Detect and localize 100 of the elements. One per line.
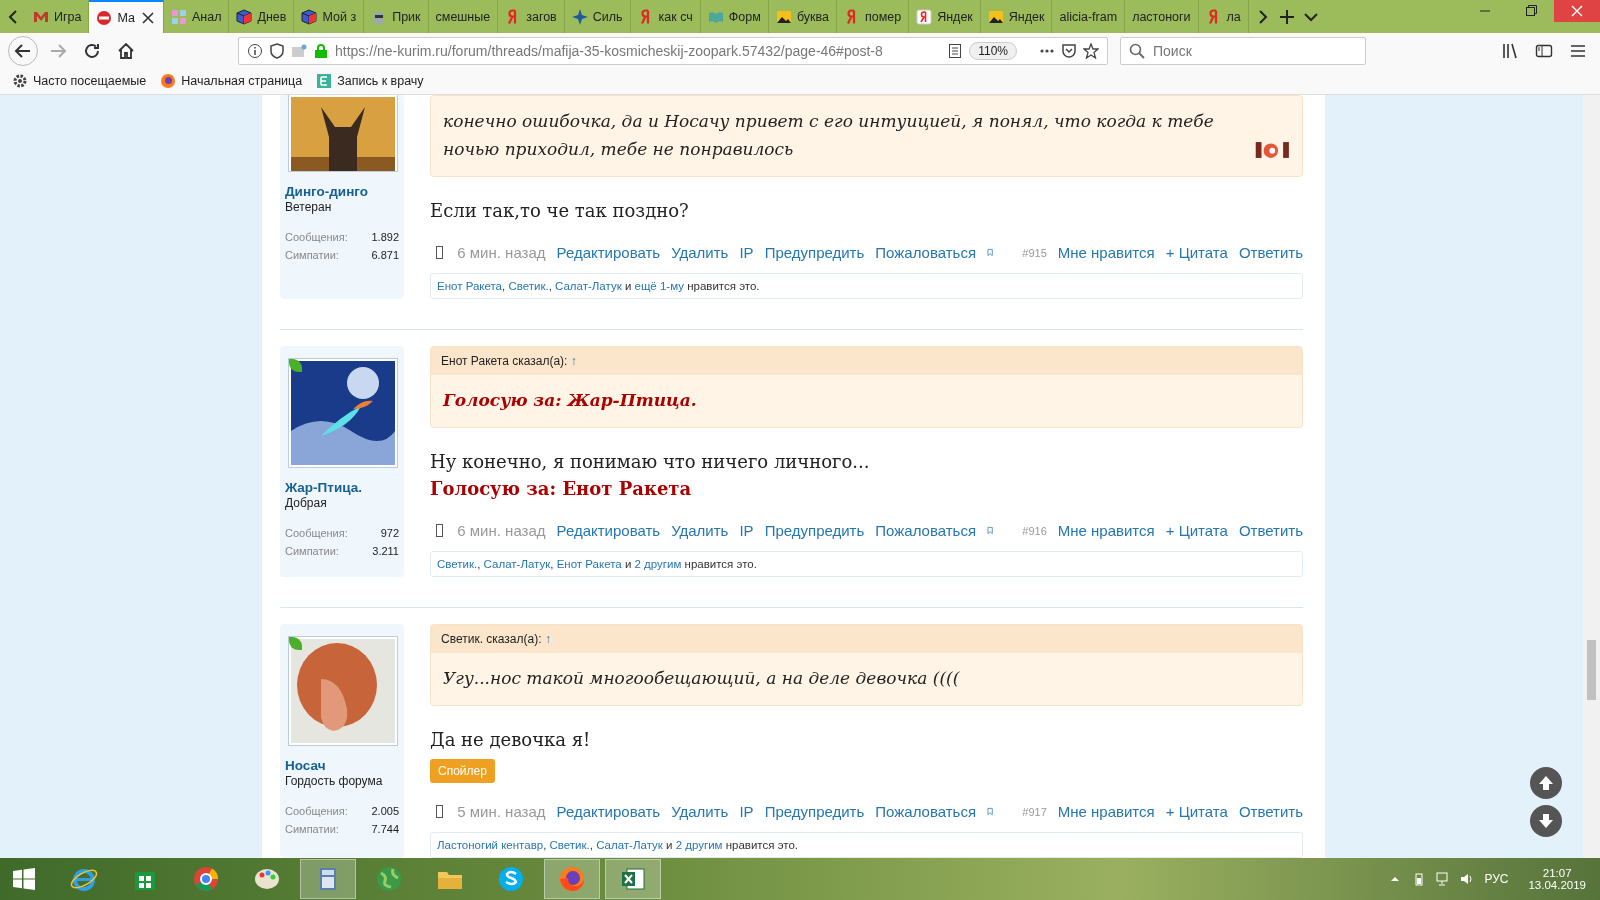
bookmark-item[interactable]: Часто посещаемые [12, 73, 147, 89]
stat-value: 1.892 [371, 231, 399, 243]
member-link[interactable]: Светик. [437, 558, 478, 570]
speaker-icon[interactable] [1460, 872, 1475, 886]
post-number[interactable]: #915 [1022, 244, 1047, 259]
shield-icon[interactable] [269, 42, 285, 59]
quote-author: Светик. сказал(а): [441, 632, 542, 646]
action-link[interactable]: Редактировать [556, 803, 661, 820]
post-number[interactable]: #916 [1022, 522, 1047, 537]
select-checkbox[interactable] [436, 524, 444, 537]
language-indicator[interactable]: РУС [1484, 872, 1509, 886]
action-link[interactable]: Удалить [671, 803, 729, 820]
action-link[interactable]: + Цитата [1165, 244, 1228, 261]
scrollbar[interactable] [1583, 95, 1600, 858]
stat-label: Симпатии: [285, 823, 339, 835]
search-input[interactable]: Поиск [1151, 41, 1357, 60]
member-link[interactable]: Светик. [508, 280, 549, 292]
action-link[interactable]: Мне нравится [1057, 244, 1155, 261]
stat-value: 6.871 [371, 249, 399, 261]
post-text: Да не девочка я! [430, 728, 591, 752]
likes-summary: Светик., Салат-Латук, Енот Ракета и 2 другим нравится это. [430, 551, 1303, 577]
zoom-level[interactable]: 110% [969, 41, 1017, 60]
url-text: https://ne-kurim.ru/forum/threads/mafija-35-kosmicheskij-zoopark.57432/page-46#post-8 [335, 42, 884, 59]
likes-summary: Енот Ракета, Светик., Салат-Латук и ещё 1-му нравится это. [430, 273, 1303, 299]
avatar-picture[interactable] [291, 361, 395, 465]
network-icon[interactable] [1436, 872, 1451, 886]
user-rank: Добрая [284, 495, 328, 512]
member-link[interactable]: Светик. [549, 839, 590, 851]
member-link[interactable]: Салат-Латук [555, 280, 622, 292]
likes-summary: Ластоногий кентавр, Светик., Салат-Латук и 2 другим нравится это. [430, 832, 1303, 858]
search-field[interactable]: Поиск [1120, 36, 1366, 65]
avatar-picture[interactable] [291, 97, 395, 171]
arrow-down-icon [1537, 812, 1555, 830]
member-link[interactable]: 2 другим [634, 558, 682, 570]
action-link[interactable]: Удалить [671, 244, 729, 261]
plus-icon[interactable] [1278, 8, 1295, 25]
taskbar-app[interactable] [605, 859, 661, 899]
permissions-icon[interactable] [291, 42, 307, 59]
post-time: 6 мин. назад [457, 244, 546, 261]
member-link[interactable]: 2 другим [675, 839, 723, 851]
action-link[interactable]: IP [739, 522, 754, 539]
action-link[interactable]: Редактировать [556, 244, 661, 261]
select-checkbox[interactable] [436, 805, 444, 818]
close-icon[interactable] [139, 9, 156, 26]
action-link[interactable]: Пожаловаться [875, 244, 977, 261]
stat-label: Симпатии: [285, 545, 339, 557]
yandex-icon [916, 8, 933, 25]
browser-tab[interactable]: Ма [89, 0, 164, 33]
avatar-picture[interactable] [291, 639, 395, 743]
action-link[interactable]: Мне нравится [1057, 522, 1155, 539]
quote-link[interactable]: ↑ [544, 632, 551, 646]
scroll-up-button[interactable] [1530, 767, 1562, 799]
member-link[interactable]: Салат-Латук [596, 839, 663, 851]
pocket-icon[interactable] [1061, 42, 1077, 59]
picture-icon [987, 8, 1004, 25]
action-link[interactable]: Пожаловаться [875, 803, 977, 820]
action-link[interactable]: Ответить [1238, 522, 1303, 539]
cube-icon [236, 8, 253, 25]
quote-link[interactable]: ↑ [570, 354, 577, 368]
action-link[interactable]: Ответить [1238, 803, 1303, 820]
action-link[interactable]: Пожаловаться [875, 522, 977, 539]
author-name[interactable]: Динго-динго [280, 184, 404, 199]
author-name[interactable]: Жар-Птица. [280, 480, 404, 495]
action-link[interactable]: Предупредить [764, 522, 865, 539]
quote-text: Угу...нос такой многообещающий, а на деле девочка (((( [443, 667, 960, 690]
stat-value: 2.005 [371, 805, 399, 817]
action-link[interactable]: IP [739, 244, 754, 261]
post-number[interactable]: #917 [1022, 803, 1047, 818]
star-icon[interactable] [1083, 42, 1099, 59]
action-link[interactable]: Предупредить [764, 244, 865, 261]
clock[interactable]: 21:07 13.04.2019 [1528, 867, 1586, 891]
stop-icon [96, 9, 113, 26]
stat-label: Сообщения: [285, 527, 348, 539]
select-checkbox[interactable] [436, 246, 444, 259]
stat-label: Симпатии: [285, 249, 339, 261]
post-time: 6 мин. назад [457, 522, 546, 539]
taskbar-app[interactable] [300, 859, 356, 899]
address-bar[interactable]: https://ne-kurim.ru/forum/threads/mafija-35-kosmicheskij-zoopark.57432/page-46#post-8 110% [238, 36, 1108, 65]
member-link[interactable]: ещё 1-му [634, 280, 684, 292]
taskbar-app[interactable] [544, 859, 600, 899]
action-link[interactable]: Мне нравится [1057, 803, 1155, 820]
bookmark-item[interactable]: Запись к врачу [316, 73, 424, 89]
info-icon[interactable] [247, 42, 263, 59]
action-link[interactable]: IP [739, 803, 754, 820]
action-link[interactable]: Удалить [671, 522, 729, 539]
stat-value: 3.211 [372, 545, 399, 557]
action-link[interactable]: Предупредить [764, 803, 865, 820]
member-link[interactable]: Енот Ракета [556, 558, 622, 570]
author-name[interactable]: Носач [280, 758, 404, 773]
post-text: Если так,то че так поздно? [430, 199, 689, 223]
reader-view-icon[interactable] [947, 42, 964, 59]
search-icon [1129, 42, 1145, 59]
action-link[interactable]: + Цитата [1165, 803, 1228, 820]
action-link[interactable]: Редактировать [556, 522, 661, 539]
gear-icon [12, 73, 28, 89]
bookmark-item[interactable]: Начальная страница [160, 73, 303, 89]
stat-value: 7.744 [371, 823, 399, 835]
action-link[interactable]: Ответить [1238, 244, 1303, 261]
scroll-down-button[interactable] [1530, 805, 1562, 837]
action-link[interactable]: + Цитата [1165, 522, 1228, 539]
